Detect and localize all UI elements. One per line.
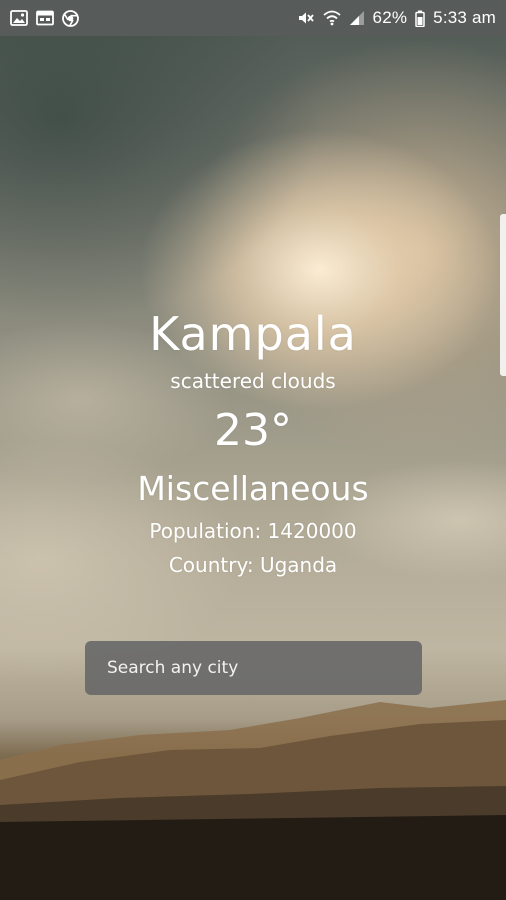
mountains-landscape	[0, 700, 506, 900]
city-name: Kampala	[149, 307, 357, 361]
image-icon	[10, 10, 28, 26]
edge-panel-handle[interactable]	[500, 214, 506, 376]
wifi-icon	[322, 10, 341, 26]
calendar-icon	[36, 10, 54, 26]
status-bar: 62% 5:33 am	[0, 0, 506, 36]
status-time: 5:33 am	[433, 8, 496, 27]
weather-panel: Kampala scattered clouds 23° Miscellaneo…	[0, 300, 506, 582]
search-input[interactable]	[105, 640, 402, 696]
signal-icon	[349, 10, 365, 26]
population-text: Population: 1420000	[149, 519, 357, 543]
city-category: Miscellaneous	[137, 469, 369, 508]
status-right-icons: 62% 5:33 am	[297, 8, 496, 28]
mute-icon	[297, 10, 315, 26]
battery-percent: 62%	[372, 8, 408, 27]
battery-icon	[415, 10, 425, 27]
chrome-icon	[62, 9, 79, 27]
temperature: 23°	[214, 405, 292, 456]
country-text: Country: Uganda	[168, 553, 338, 577]
search-box[interactable]	[85, 640, 422, 696]
weather-condition: scattered clouds	[170, 369, 336, 393]
status-left-icons	[10, 9, 79, 27]
